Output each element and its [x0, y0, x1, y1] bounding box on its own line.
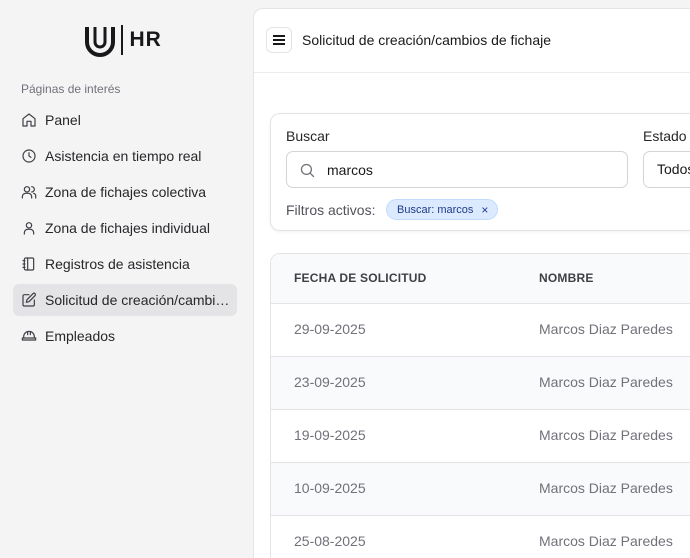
estado-select[interactable]: Todos [643, 151, 690, 188]
user-icon [21, 220, 37, 236]
table-row[interactable]: 10-09-2025 Marcos Diaz Paredes [271, 463, 690, 516]
sidebar-item-registros[interactable]: Registros de asistencia [13, 248, 237, 280]
sidebar-item-empleados[interactable]: Empleados [13, 320, 237, 352]
table-row[interactable]: 19-09-2025 Marcos Diaz Paredes [271, 410, 690, 463]
active-filters-label: Filtros activos: [286, 202, 376, 218]
cell-nombre: Marcos Diaz Paredes [539, 374, 673, 390]
cell-fecha: 10-09-2025 [294, 480, 366, 496]
sidebar-item-individual[interactable]: Zona de fichajes individual [13, 212, 237, 244]
sidebar-item-label: Solicitud de creación/cambios de fichaje [45, 292, 237, 308]
sidebar-nav: Panel Asistencia en tiempo real Zona de … [13, 104, 237, 356]
table-row[interactable]: 29-09-2025 Marcos Diaz Paredes [271, 304, 690, 357]
filter-chip: Buscar: marcos × [386, 199, 499, 220]
home-icon [21, 112, 37, 128]
notebook-icon [21, 256, 37, 272]
sidebar: HR Páginas de interés Panel Asistencia e… [0, 0, 252, 558]
logo-separator [121, 25, 123, 55]
logo-text: HR [129, 28, 162, 51]
menu-icon [273, 35, 285, 45]
cell-fecha: 23-09-2025 [294, 374, 366, 390]
sidebar-item-label: Asistencia en tiempo real [45, 148, 202, 164]
sidebar-item-solicitud[interactable]: Solicitud de creación/cambios de fichaje [13, 284, 237, 316]
search-icon [300, 163, 315, 178]
page-title: Solicitud de creación/cambios de fichaje [302, 32, 552, 48]
section-label: Páginas de interés [21, 82, 121, 96]
sidebar-item-colectiva[interactable]: Zona de fichajes colectiva [13, 176, 237, 208]
filter-card: Buscar Estado Todos Filtros activos: Bus… [270, 113, 690, 231]
table-header: FECHA DE SOLICITUD NOMBRE [271, 254, 690, 304]
requests-table: FECHA DE SOLICITUD NOMBRE 29-09-2025 Mar… [270, 253, 690, 558]
sidebar-item-label: Registros de asistencia [45, 256, 190, 272]
clock-icon [21, 148, 37, 164]
hard-hat-icon [21, 328, 37, 344]
logo[interactable]: HR [84, 22, 162, 58]
sidebar-item-label: Zona de fichajes colectiva [45, 184, 207, 200]
search-box[interactable] [286, 151, 628, 188]
cell-fecha: 25-08-2025 [294, 533, 366, 549]
sidebar-item-asistencia[interactable]: Asistencia en tiempo real [13, 140, 237, 172]
search-label: Buscar [286, 128, 330, 144]
table-row[interactable]: 23-09-2025 Marcos Diaz Paredes [271, 357, 690, 410]
main-panel: Solicitud de creación/cambios de fichaje… [253, 8, 690, 558]
cell-nombre: Marcos Diaz Paredes [539, 427, 673, 443]
estado-value: Todos [657, 161, 690, 177]
cell-fecha: 29-09-2025 [294, 321, 366, 337]
close-icon[interactable]: × [481, 203, 488, 217]
users-icon [21, 184, 37, 200]
cell-nombre: Marcos Diaz Paredes [539, 533, 673, 549]
cell-nombre: Marcos Diaz Paredes [539, 321, 673, 337]
sidebar-item-label: Empleados [45, 328, 116, 344]
column-header-fecha[interactable]: FECHA DE SOLICITUD [294, 271, 427, 285]
menu-toggle-button[interactable] [266, 27, 292, 53]
logo-mark-icon [85, 27, 115, 57]
estado-label: Estado [643, 128, 687, 144]
cell-fecha: 19-09-2025 [294, 427, 366, 443]
sidebar-item-label: Panel [45, 112, 81, 128]
topbar: Solicitud de creación/cambios de fichaje [254, 9, 690, 73]
cell-nombre: Marcos Diaz Paredes [539, 480, 673, 496]
sidebar-item-panel[interactable]: Panel [13, 104, 237, 136]
table-row[interactable]: 25-08-2025 Marcos Diaz Paredes [271, 516, 690, 558]
filter-chip-label: Buscar: marcos [397, 203, 474, 216]
sidebar-item-label: Zona de fichajes individual [45, 220, 210, 236]
search-input[interactable] [327, 152, 617, 187]
column-header-nombre[interactable]: NOMBRE [539, 271, 594, 285]
edit-icon [21, 292, 37, 308]
